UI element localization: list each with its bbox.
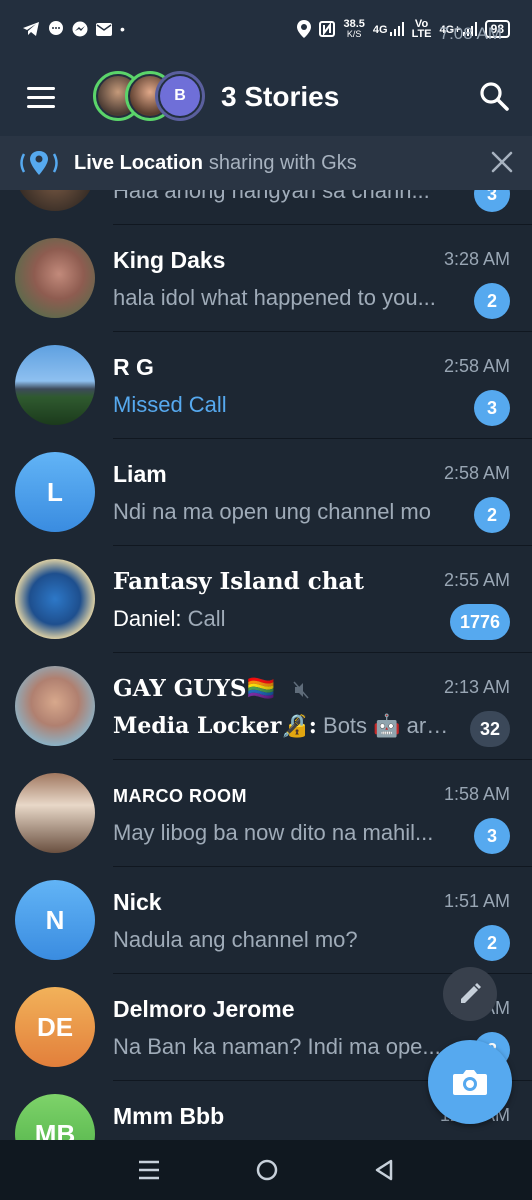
chat-preview: Call <box>187 606 226 631</box>
chat-avatar <box>15 238 95 318</box>
stories-avatars[interactable]: B <box>93 71 205 123</box>
chat-preview-missed-call: Missed Call <box>113 392 227 417</box>
preview-sender: Media Locker🔏: <box>113 713 317 739</box>
chat-preview: Ndi na ma open ung channel mo <box>113 499 431 524</box>
network-speed-value: 38.5 <box>343 18 365 30</box>
chat-name: Nick <box>113 889 162 915</box>
chat-name: King Daks <box>113 247 226 273</box>
recents-icon[interactable] <box>137 1159 161 1181</box>
chat-name: R G <box>113 354 154 380</box>
telegram-icon <box>23 22 39 36</box>
new-message-button[interactable] <box>443 967 497 1021</box>
chat-avatar: MB <box>15 1094 95 1140</box>
preview-sender: Daniel: <box>113 606 182 631</box>
chat-time: 3:28 AM <box>443 249 510 269</box>
search-icon[interactable] <box>478 80 510 112</box>
signal-bars-icon <box>389 22 404 36</box>
volte-indicator: Vo LTE <box>411 19 432 40</box>
pencil-icon <box>461 983 481 1003</box>
chat-avatar <box>15 773 95 853</box>
chat-avatar <box>15 190 95 211</box>
chat-preview: Bots 🤖 are n... <box>323 713 453 738</box>
chat-name: Mmm Bbb <box>113 1103 225 1129</box>
story-avatar-letter: B <box>160 76 200 116</box>
live-location-label: Live Location <box>74 151 203 174</box>
nfc-icon <box>319 21 336 37</box>
chat-avatar <box>15 666 95 746</box>
page-title[interactable]: 3 Stories <box>221 81 339 113</box>
unread-badge-muted: 32 <box>469 711 510 747</box>
chat-name: Delmoro Jerome <box>113 996 295 1022</box>
mail-icon <box>96 22 112 36</box>
signal-4g-label: 4G <box>372 24 388 36</box>
chat-bubble-icon <box>49 21 63 35</box>
chat-time: 2:55 AM <box>443 570 510 590</box>
unread-badge: 1776 <box>449 604 510 640</box>
chat-preview-line: Media Locker🔏: Bots 🤖 are n... <box>113 713 453 739</box>
chat-preview: Nadula ang channel mo? <box>113 927 358 952</box>
chat-row[interactable]: Fantasy Island chat 2:55 AM Daniel: Call… <box>0 546 532 653</box>
chat-avatar: L <box>15 452 95 532</box>
chat-preview: Na Ban ka naman? Indi ma ope... <box>113 1034 441 1059</box>
chat-row[interactable]: MARCO ROOM 1:58 AM May libog ba now dito… <box>0 760 532 867</box>
chat-preview: Hala anong nangyari sa chann... <box>113 190 430 203</box>
live-location-bar[interactable]: Live Location sharing with Gks <box>0 136 532 190</box>
notification-icons: • <box>22 21 125 37</box>
chat-time: 2:58 AM <box>443 356 510 376</box>
chat-avatar: DE <box>15 987 95 1067</box>
chat-name: Liam <box>113 461 167 487</box>
mute-icon <box>293 681 309 699</box>
chat-time: 1:58 AM <box>443 784 510 804</box>
unread-badge: 2 <box>474 925 510 961</box>
network-speed: 38.5 K/S <box>343 18 365 40</box>
signal-4g: 4G <box>373 22 404 36</box>
chat-name: MARCO ROOM <box>113 786 247 806</box>
chat-avatar <box>15 345 95 425</box>
menu-icon[interactable] <box>27 86 55 108</box>
unread-badge: 2 <box>474 283 510 319</box>
unread-badge: 3 <box>474 390 510 426</box>
unread-badge: 2 <box>474 497 510 533</box>
chat-preview: May libog ba now dito na mahil... <box>113 820 434 845</box>
unread-badge: 3 <box>474 818 510 854</box>
chat-time: 2:13 AM <box>443 677 510 697</box>
home-icon[interactable] <box>255 1158 279 1182</box>
chat-name: GAY GUYS🏳️‍🌈 <box>113 675 276 702</box>
messenger-icon <box>72 21 88 37</box>
camera-icon <box>453 1070 487 1095</box>
chat-avatar: N <box>15 880 95 960</box>
status-bar: 7:08 AM • 38.5 K/S 4G Vo LTE 4G+ 98 <box>0 0 532 58</box>
network-speed-unit: K/S <box>346 29 362 39</box>
live-location-detail: sharing with Gks <box>208 151 357 174</box>
chat-row[interactable]: N Nick 1:51 AM Nadula ang channel mo? 2 <box>0 867 532 974</box>
location-pin-icon <box>18 149 60 177</box>
chat-name: Fantasy Island chat <box>113 568 364 595</box>
chat-row[interactable]: R G 2:58 AM Missed Call 3 <box>0 332 532 439</box>
location-status-icon <box>297 20 312 38</box>
chat-time: 2:58 AM <box>443 463 510 483</box>
close-icon[interactable] <box>490 150 514 174</box>
chat-time: 1:51 AM <box>443 891 510 911</box>
chat-preview: hala idol what happened to you... <box>113 285 436 310</box>
volte-bottom: LTE <box>411 28 432 40</box>
chat-preview-line: Daniel: Call <box>113 606 226 632</box>
chat-avatar <box>15 559 95 639</box>
chat-name-line: GAY GUYS🏳️‍🌈 <box>113 675 309 702</box>
chat-row[interactable]: L Liam 2:58 AM Ndi na ma open ung channe… <box>0 439 532 546</box>
unread-badge: 3 <box>474 190 510 212</box>
camera-button[interactable] <box>428 1040 512 1124</box>
more-notifications-dot: • <box>120 21 125 37</box>
chat-row[interactable]: GAY GUYS🏳️‍🌈 2:13 AM Media Locker🔏: Bots… <box>0 653 532 760</box>
chat-row[interactable]: Hala anong nangyari sa chann... 3 <box>0 190 532 225</box>
chat-row[interactable]: King Daks 3:28 AM hala idol what happene… <box>0 225 532 332</box>
story-avatar-3[interactable]: B <box>155 71 205 121</box>
system-nav-bar <box>0 1140 532 1200</box>
app-header: B 3 Stories <box>0 58 532 136</box>
status-time: 7:08 AM <box>439 24 502 43</box>
back-icon[interactable] <box>373 1158 395 1182</box>
